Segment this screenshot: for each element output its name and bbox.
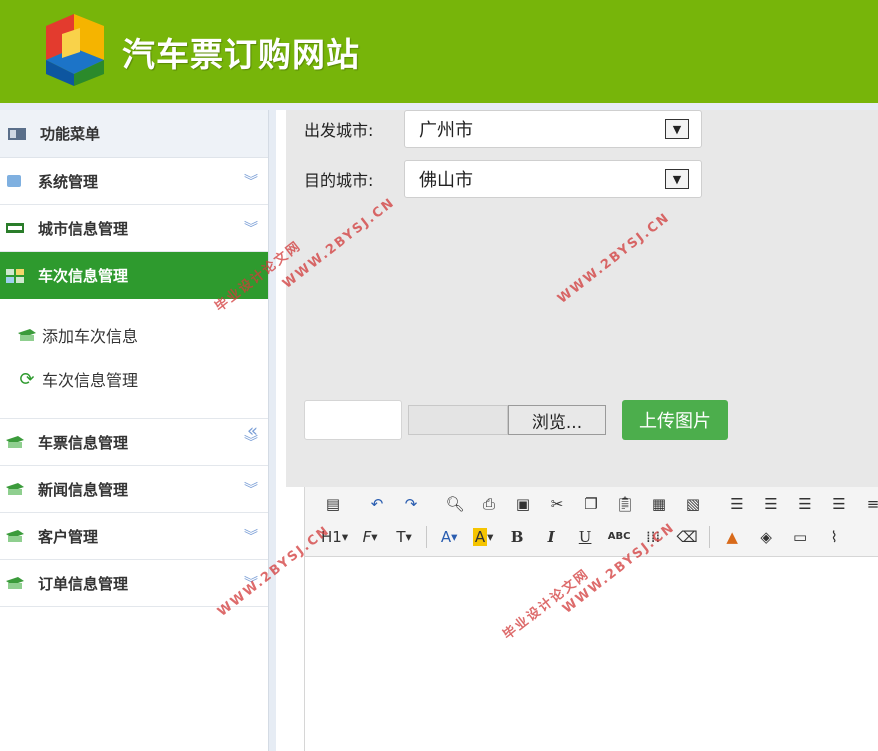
order-icon	[4, 574, 26, 592]
refresh-icon: ⟳	[19, 368, 35, 390]
upload-image-button[interactable]: 上传图片	[622, 400, 728, 440]
file-path-field[interactable]	[408, 405, 508, 435]
toolbar-row-1: ▤ ↶ ↷ 🔍︎ ⎙ ▣ ✂ ❐ 📋︎ ▦ ▧ ☰ ☰ ☰ ☰ ≡	[305, 487, 878, 520]
train-icon	[4, 267, 26, 285]
sidebar-item-label: 城市信息管理	[38, 219, 129, 238]
logo-icon	[46, 14, 104, 86]
sidebar: 功能菜单 « 系统管理 ︾ 城市信息管理 ︾ 车次信息管理 添加车次信息 ⟳ 车…	[0, 110, 269, 751]
news-icon	[4, 480, 26, 498]
bold-button[interactable]: B	[505, 525, 529, 549]
destination-value: 佛山市	[419, 170, 473, 191]
image-icon[interactable]: ▲	[720, 525, 744, 549]
font-color-button[interactable]: A ▾	[437, 525, 461, 549]
font-size-button[interactable]: T ▾	[392, 525, 416, 549]
destination-row: 目的城市: 佛山市 ▼	[304, 160, 702, 198]
menu-icon	[6, 125, 28, 143]
preview-icon[interactable]: 🔍︎	[443, 492, 467, 516]
sidebar-item-label: 车次信息管理	[38, 267, 129, 285]
header: 汽车票订购网站	[0, 0, 878, 103]
sidebar-item-label: 订单信息管理	[38, 574, 129, 593]
submenu-item-label: 添加车次信息	[42, 327, 139, 346]
menu-header: 功能菜单 «	[0, 110, 268, 441]
submenu-item-manage-train[interactable]: ⟳ 车次信息管理	[0, 357, 268, 401]
upload-row: 浏览... 上传图片	[304, 400, 728, 440]
italic-button[interactable]: I	[539, 525, 563, 549]
destination-label: 目的城市:	[304, 171, 374, 190]
system-icon	[4, 172, 26, 190]
underline-label: U	[578, 527, 592, 546]
paste-text-icon[interactable]: ▦	[647, 492, 671, 516]
media-icon[interactable]: ▭	[788, 525, 812, 549]
add-icon	[16, 326, 38, 344]
paste-word-icon[interactable]: ▧	[681, 492, 705, 516]
editor-toolbar: ▤ ↶ ↷ 🔍︎ ⎙ ▣ ✂ ❐ 📋︎ ▦ ▧ ☰ ☰ ☰ ☰ ≡ H1 ▾ F…	[305, 487, 878, 557]
underline-button[interactable]: U	[573, 525, 597, 549]
customer-icon	[4, 527, 26, 545]
font-family-label: F	[362, 527, 372, 546]
toolbar-row-2: H1 ▾ F ▾ T ▾ A ▾ A ▾ B I U ABC ⁞⁞⁞ ⌫ ▲ ◈ ▭ ⌇	[305, 520, 878, 553]
sidebar-item-label: 新闻信息管理	[38, 480, 129, 499]
submenu-item-add-train[interactable]: 添加车次信息	[0, 313, 268, 357]
copy-icon[interactable]: ❐	[579, 492, 603, 516]
undo-icon[interactable]: ↶	[365, 492, 389, 516]
departure-label: 出发城市:	[304, 121, 374, 140]
toolbar-divider	[709, 525, 711, 548]
eraser-icon[interactable]: ⌫	[675, 525, 699, 549]
chevron-down-icon[interactable]: ︾	[244, 479, 258, 499]
site-title: 汽车票订购网站	[122, 35, 360, 74]
highlight-label: A	[472, 527, 488, 546]
sidebar-item-label: 客户管理	[38, 527, 99, 546]
italic-label: I	[547, 527, 555, 546]
menu-title: 功能菜单	[40, 125, 101, 143]
file-name-input[interactable]	[304, 400, 402, 440]
departure-row: 出发城市: 广州市 ▼	[304, 110, 702, 148]
align-center-icon[interactable]: ☰	[759, 492, 783, 516]
submenu: 添加车次信息 ⟳ 车次信息管理	[0, 299, 268, 419]
align-left-icon[interactable]: ☰	[725, 492, 749, 516]
strike-label: ABC	[607, 531, 631, 542]
toolbar-divider	[426, 525, 428, 548]
font-size-label: T	[396, 527, 406, 546]
template-icon[interactable]: ▣	[511, 492, 535, 516]
ticket-icon	[4, 433, 26, 451]
sidebar-item-label: 车票信息管理	[38, 433, 129, 452]
sidebar-item-customer[interactable]: 客户管理 ︾	[0, 513, 268, 560]
sidebar-item-ticket[interactable]: 车票信息管理 ︾	[0, 419, 268, 466]
redo-icon[interactable]: ↷	[399, 492, 423, 516]
print-icon[interactable]: ⎙	[477, 492, 501, 516]
source-icon[interactable]: ▤	[321, 492, 345, 516]
ordered-list-icon[interactable]: ≡	[861, 492, 878, 516]
main-content: 出发城市: 广州市 ▼ 目的城市: 佛山市 ▼ 浏览... 上传图片 ▤ ↶ ↷…	[276, 110, 878, 751]
paste-icon[interactable]: 📋︎	[613, 492, 637, 516]
sidebar-item-label: 系统管理	[38, 172, 99, 191]
align-right-icon[interactable]: ☰	[793, 492, 817, 516]
font-color-label: A	[440, 527, 452, 546]
strike-button[interactable]: ABC	[607, 525, 631, 549]
attachment-icon[interactable]: ⌇	[822, 525, 846, 549]
departure-select[interactable]: 广州市 ▼	[404, 110, 702, 148]
chevron-down-icon[interactable]: ︾	[244, 218, 258, 238]
chevron-down-icon: ▼	[665, 169, 689, 189]
sidebar-item-system[interactable]: 系统管理 ︾	[0, 158, 268, 205]
flash-icon[interactable]: ◈	[754, 525, 778, 549]
destination-select[interactable]: 佛山市 ▼	[404, 160, 702, 198]
chevron-down-icon[interactable]: ︾	[244, 432, 258, 452]
rich-text-editor: ▤ ↶ ↷ 🔍︎ ⎙ ▣ ✂ ❐ 📋︎ ▦ ▧ ☰ ☰ ☰ ☰ ≡ H1 ▾ F…	[304, 487, 878, 751]
chevron-down-icon: ▼	[665, 119, 689, 139]
cut-icon[interactable]: ✂	[545, 492, 569, 516]
align-justify-icon[interactable]: ☰	[827, 492, 851, 516]
bold-label: B	[510, 527, 524, 546]
departure-value: 广州市	[419, 120, 473, 141]
submenu-item-label: 车次信息管理	[42, 371, 139, 390]
sidebar-item-news[interactable]: 新闻信息管理 ︾	[0, 466, 268, 513]
browse-button[interactable]: 浏览...	[508, 405, 606, 435]
sidebar-item-city[interactable]: 城市信息管理 ︾	[0, 205, 268, 252]
font-family-button[interactable]: F ▾	[358, 525, 382, 549]
highlight-button[interactable]: A ▾	[471, 525, 495, 549]
chevron-down-icon[interactable]: ︾	[244, 171, 258, 191]
city-icon	[4, 219, 26, 237]
chevron-down-icon[interactable]: ︾	[244, 526, 258, 546]
